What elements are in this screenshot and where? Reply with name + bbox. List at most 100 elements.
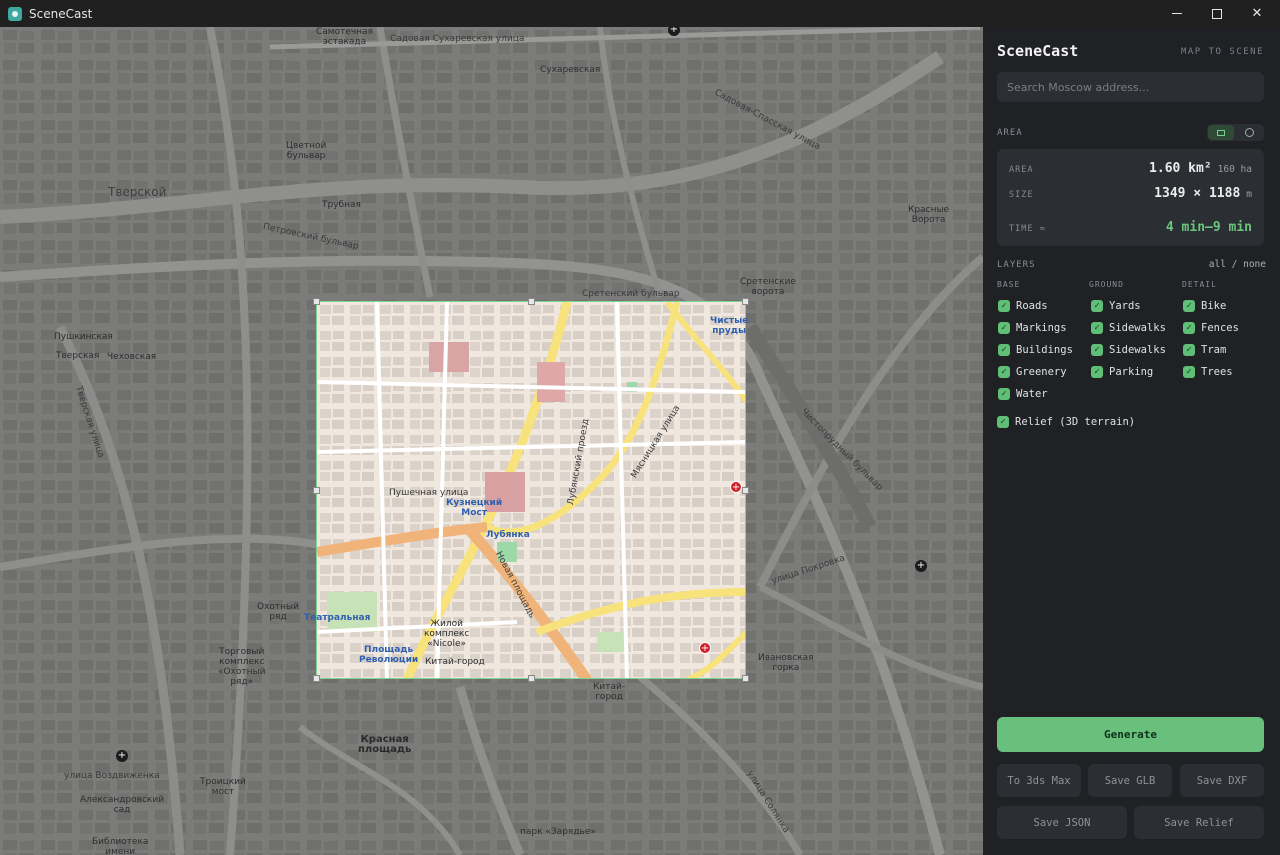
map-label: Красная площадь [358, 734, 412, 755]
selection-handle-tc[interactable] [528, 298, 535, 305]
app-brand: SceneCast [997, 42, 1079, 60]
checkmark-icon: ✓ [998, 388, 1010, 400]
save-glb-button[interactable]: Save GLB [1088, 764, 1172, 797]
save-relief-button[interactable]: Save Relief [1134, 806, 1264, 839]
map-label: Лубянка [486, 530, 530, 540]
layer-checkbox-bike[interactable]: ✓ Bike [1183, 300, 1226, 312]
checkmark-icon: ✓ [1091, 344, 1103, 356]
layer-checkbox-yards[interactable]: ✓ Yards [1091, 300, 1141, 312]
checkmark-icon: ✓ [1183, 366, 1195, 378]
layer-checkbox-parking[interactable]: ✓ Parking [1091, 366, 1153, 378]
layer-checkbox-markings[interactable]: ✓ Markings [998, 322, 1067, 334]
minimize-button[interactable] [1157, 0, 1197, 27]
map-marker-icon[interactable]: + [915, 560, 927, 572]
circle-shape-button[interactable] [1236, 125, 1262, 140]
layer-checkbox-roads[interactable]: ✓ Roads [998, 300, 1048, 312]
map-label: Торговый комплекс «Охотный ряд» [218, 647, 266, 687]
map-label: улица Воздвиженка [64, 771, 160, 781]
time-stat-label: TIME ≈ [1009, 224, 1046, 234]
window-title: SceneCast [29, 6, 93, 21]
generate-button[interactable]: Generate [997, 717, 1264, 752]
hospital-marker-icon[interactable]: + [699, 642, 711, 654]
title-bar: SceneCast ✕ [0, 0, 1280, 27]
map-label: Сухаревская [540, 65, 601, 75]
map-label: Китай- город [593, 682, 626, 702]
selection-handle-bc[interactable] [528, 675, 535, 682]
shape-toggle[interactable] [1207, 124, 1264, 141]
selection-handle-mr[interactable] [742, 487, 749, 494]
layer-checkbox-water[interactable]: ✓ Water [998, 388, 1048, 400]
layers-section-label: LAYERS [997, 260, 1036, 270]
layer-label: Greenery [1016, 366, 1067, 378]
layer-label: Parking [1109, 366, 1154, 378]
map-label: Пушкинская [54, 332, 113, 342]
minimize-icon [1172, 13, 1182, 14]
area-stats-card: AREA 1.60 km² 160 ha SIZE 1349 × 1188 m … [997, 149, 1264, 246]
map-label: Жилой комплекс «Nicole» [424, 619, 470, 649]
layer-checkbox-buildings[interactable]: ✓ Buildings [998, 344, 1073, 356]
layer-checkbox-trees[interactable]: ✓ Trees [1183, 366, 1233, 378]
address-search-input[interactable] [997, 72, 1264, 102]
layer-checkbox-sidewalks-2[interactable]: ✓ Sidewalks [1091, 344, 1166, 356]
app-subtitle: MAP TO SCENE [1180, 47, 1264, 57]
base-column-label: BASE [997, 280, 1021, 289]
rectangle-shape-button[interactable] [1208, 125, 1234, 140]
checkmark-icon: ✓ [998, 366, 1010, 378]
time-stat-value: 4 min–9 min [1165, 220, 1252, 235]
map-label: Садовая Сухаревская улица [390, 34, 525, 44]
relief-label: Relief (3D terrain) [1015, 416, 1136, 428]
circle-icon [1244, 128, 1254, 137]
map-label: Александровский сад [80, 795, 165, 815]
selection-area[interactable] [316, 301, 746, 679]
layers-select-all-none[interactable]: all / none [1209, 259, 1266, 270]
selection-handle-tl[interactable] [313, 298, 320, 305]
rectangle-icon [1217, 129, 1225, 136]
map-label: Сретенские ворота [740, 277, 796, 297]
selection-handle-tr[interactable] [742, 298, 749, 305]
control-panel: SceneCast MAP TO SCENE AREA AREA 1.60 km… [983, 27, 1280, 855]
map-label: Китай-город [425, 657, 485, 667]
map-label: Тверская [56, 351, 100, 361]
maximize-button[interactable] [1197, 0, 1237, 27]
layer-label: Water [1016, 388, 1048, 400]
relief-checkbox[interactable]: ✓ Relief (3D terrain) [997, 416, 1135, 428]
map-label: Сретенский бульвар [582, 289, 680, 299]
selection-handle-bl[interactable] [313, 675, 320, 682]
map-label: Троицкий мост [200, 777, 246, 797]
area-stat-value: 1.60 km² [1149, 161, 1212, 176]
map-view[interactable]: Самотечная эстакада Садовая Сухаревская … [0, 27, 983, 855]
map-label: Театральная [304, 613, 371, 623]
layer-label: Trees [1201, 366, 1233, 378]
area-stat-label: AREA [1009, 165, 1034, 175]
checkmark-icon: ✓ [1183, 300, 1195, 312]
map-label: Пушечная улица [389, 488, 469, 498]
checkmark-icon: ✓ [1183, 344, 1195, 356]
save-dxf-button[interactable]: Save DXF [1180, 764, 1264, 797]
app-icon [8, 6, 22, 21]
layer-checkbox-sidewalks[interactable]: ✓ Sidewalks [1091, 322, 1166, 334]
layer-label: Fences [1201, 322, 1239, 334]
save-json-button[interactable]: Save JSON [997, 806, 1127, 839]
close-button[interactable]: ✕ [1237, 0, 1277, 27]
maximize-icon [1212, 8, 1222, 19]
map-label: Самотечная эстакада [316, 27, 374, 47]
hospital-marker-icon[interactable]: + [730, 481, 742, 493]
map-label: Чеховская [107, 352, 157, 362]
map-label: Тверской [108, 185, 167, 199]
layer-checkbox-tram[interactable]: ✓ Tram [1183, 344, 1226, 356]
layer-label: Bike [1201, 300, 1227, 312]
map-label: Красные Ворота [908, 205, 950, 225]
selection-handle-br[interactable] [742, 675, 749, 682]
size-stat-value: 1349 × 1188 [1154, 186, 1241, 201]
layer-checkbox-greenery[interactable]: ✓ Greenery [998, 366, 1067, 378]
to-3ds-max-button[interactable]: To 3ds Max [997, 764, 1081, 797]
close-icon: ✕ [1251, 6, 1263, 21]
map-label: Библиотека имени [92, 837, 149, 855]
selection-map [317, 302, 745, 678]
area-stat-unit: 160 ha [1217, 164, 1252, 175]
map-marker-icon[interactable]: + [116, 750, 128, 762]
selection-handle-ml[interactable] [313, 487, 320, 494]
layer-checkbox-fences[interactable]: ✓ Fences [1183, 322, 1239, 334]
size-stat-label: SIZE [1009, 190, 1034, 200]
checkmark-icon: ✓ [998, 300, 1010, 312]
